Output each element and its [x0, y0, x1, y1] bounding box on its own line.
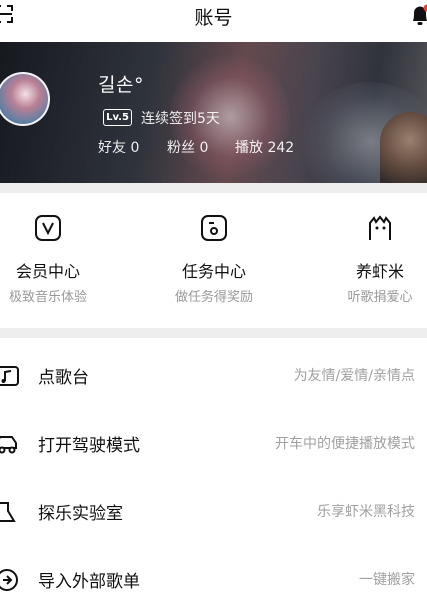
bell-icon[interactable] [407, 2, 427, 28]
menu-item-sub: 为友情/爱情/亲情点 [293, 368, 415, 384]
section-divider [0, 183, 427, 193]
menu-item-sub: 开车中的便捷播放模式 [275, 436, 415, 452]
quick-link-task[interactable]: 任务中心 做任务得奖励 [144, 195, 284, 315]
menu-item-import-playlist[interactable]: 导入外部歌单 一键搬家 [0, 545, 427, 593]
quick-link-label: 会员中心 [15, 262, 80, 281]
username[interactable]: 길손° [98, 70, 144, 97]
menu-item-sub: 乐享虾米黑科技 [317, 504, 415, 520]
quick-link-shrimp[interactable]: 养虾米 听歌捐爱心 [310, 195, 427, 315]
friends-count[interactable]: 好友 0 [98, 137, 139, 157]
quick-link-sub: 听歌捐爱心 [347, 290, 413, 305]
plays-count[interactable]: 播放 242 [235, 137, 294, 157]
menu-item-drive-mode[interactable]: 打开驾驶模式 开车中的便捷播放模式 [0, 409, 427, 477]
lab-icon [0, 502, 16, 522]
menu-item-label: 导入外部歌单 [38, 572, 140, 592]
page-title: 账号 [194, 7, 233, 29]
quick-link-vip[interactable]: 会员中心 极致音乐体验 [0, 195, 118, 315]
menu-item-label: 点歌台 [38, 368, 89, 388]
quick-link-label: 养虾米 [355, 262, 404, 281]
menu-item-label: 探乐实验室 [38, 504, 123, 524]
shrimp-icon [369, 215, 391, 240]
vip-icon [35, 215, 61, 241]
top-bar: 账号 [0, 0, 427, 42]
signin-status: 连续签到5天 [141, 111, 220, 127]
song-request-icon [0, 366, 19, 386]
import-icon [0, 569, 18, 591]
fans-count[interactable]: 粉丝 0 [167, 137, 208, 157]
car-icon [0, 436, 17, 454]
quick-link-sub: 极致音乐体验 [8, 290, 87, 305]
menu-item-lab[interactable]: 探乐实验室 乐享虾米黑科技 [0, 477, 427, 545]
menu-item-sub: 一键搬家 [359, 572, 415, 588]
quick-link-sub: 做任务得奖励 [174, 290, 253, 305]
menu-item-label: 打开驾驶模式 [38, 436, 140, 456]
menu-item-song-request[interactable]: 点歌台 为友情/爱情/亲情点 [0, 341, 427, 409]
task-icon [201, 215, 227, 241]
level-badge: Lv.5 [103, 109, 132, 126]
section-divider [0, 328, 427, 338]
quick-link-label: 任务中心 [181, 262, 246, 281]
